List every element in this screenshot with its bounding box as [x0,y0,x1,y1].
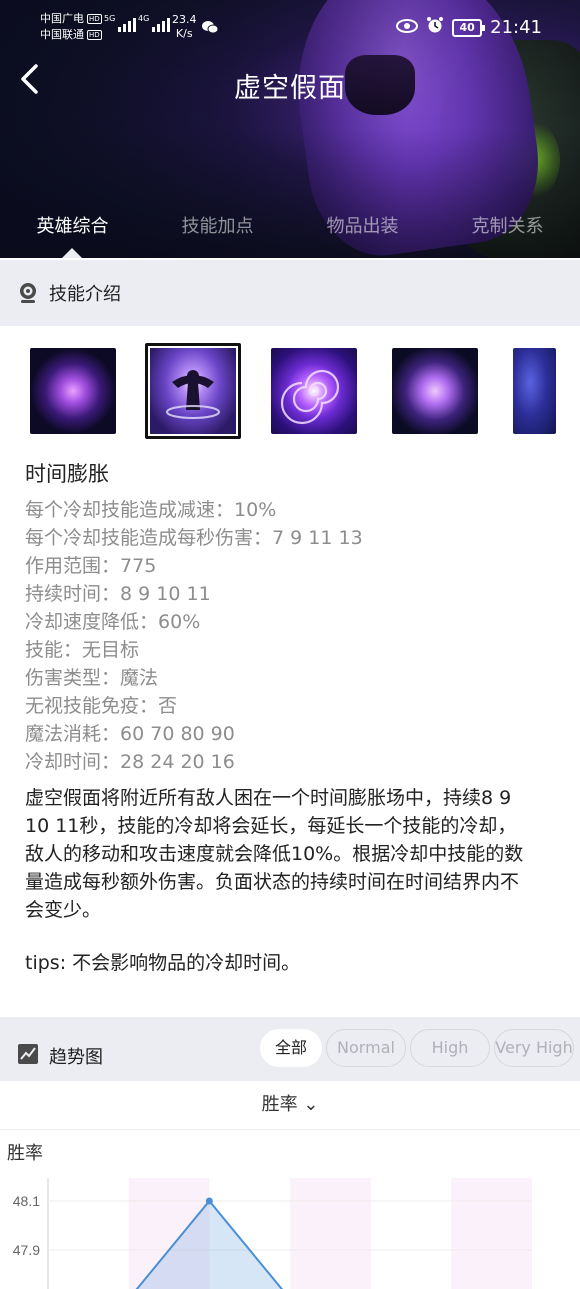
metric-label: 胜率 [261,1094,298,1115]
stat-row: 作用范围：775 [25,555,157,577]
trend-section-header: 趋势图 全部 Normal High Very High [0,1017,580,1081]
tab-skill-build[interactable]: 技能加点 [145,210,290,258]
skill-level-filters: 全部 Normal High Very High [260,1029,574,1067]
carrier-1-name: 中国广电 [40,12,84,25]
tab-counters[interactable]: 克制关系 [435,210,580,258]
filter-high[interactable]: High [410,1029,490,1067]
eye-icon [396,17,419,38]
description-line: 10 11秒，技能的冷却将会延长，每延长一个技能的冷却， [25,815,517,837]
active-tab-indicator [62,248,82,258]
chronosphere-icon [392,348,478,434]
network-speed-unit: K/s [175,27,193,40]
battery-indicator: 40 [452,18,486,37]
skill-icon-more[interactable] [513,348,556,434]
stat-row: 技能：无目标 [25,639,140,661]
hero-banner: 中国广电 HD 中国联通 HD 5G 4G 23.4 K/s 40 21:41 … [0,0,580,258]
section-title: 趋势图 [49,1047,103,1068]
stat-row: 伤害类型：魔法 [25,667,159,689]
skill-icon-time-lock[interactable] [271,348,357,434]
stat-row: 每个冷却技能造成每秒伤害：7 9 11 13 [25,527,363,549]
filter-very-high[interactable]: Very High [494,1029,574,1067]
stat-row: 冷却速度降低：60% [25,611,201,633]
description-line: 量造成每秒额外伤害。负面状态的持续时间在时间结界内不 [25,871,520,893]
section-title: 技能介绍 [49,284,121,305]
hd-badge: HD [87,14,102,24]
time-walk-icon [30,348,116,434]
page-title: 虚空假面 [234,73,346,104]
stat-row: 魔法消耗：60 70 80 90 [25,723,235,745]
stat-row: 冷却时间：28 24 20 16 [25,751,235,773]
description-line: 会变少。 [25,899,102,921]
description-line: 虚空假面将附近所有敌人困在一个时间膨胀场中，持续8 9 [25,787,512,809]
tab-item-build[interactable]: 物品出装 [290,210,435,258]
stat-row: 无视技能免疫：否 [25,695,178,717]
skill-icon-time-dilation[interactable] [145,343,241,439]
data-point [205,1197,213,1205]
carrier-info: 中国广电 HD 中国联通 HD [40,11,102,43]
skill-name: 时间膨胀 [25,462,109,486]
skill-icon-chronosphere[interactable] [392,348,478,434]
filter-all[interactable]: 全部 [260,1029,322,1067]
chevron-down-icon: ⌄ [303,1094,319,1115]
trend-chart-icon [17,1043,39,1065]
filter-normal[interactable]: Normal [326,1029,406,1067]
signal-4g-icon: 4G [138,14,171,32]
tab-bar: 英雄综合 技能加点 物品出装 克制关系 [0,210,580,258]
y-tick-label: 48.1 [13,1193,40,1209]
stat-row: 持续时间：8 9 10 11 [25,583,211,605]
chart-band [451,1178,532,1289]
hd-badge: HD [87,30,102,40]
network-speed: 23.4 K/s [172,13,197,41]
signal-5g-icon: 5G [104,14,137,32]
status-time: 21:41 [490,17,542,38]
skill-tips: tips: 不会影响物品的冷却时间。 [25,952,301,974]
alarm-icon [426,16,444,39]
skill-icon-time-walk[interactable] [30,348,116,434]
status-bar: 中国广电 HD 中国联通 HD 5G 4G 23.4 K/s 40 21:41 [0,0,580,50]
skill-more-icon [513,348,556,434]
wechat-icon [202,20,219,38]
chart-band [290,1178,371,1289]
description-line: 敌人的移动和攻击速度就会降低10%。根据冷却中技能的数 [25,843,524,865]
status-right: 40 21:41 [396,16,542,39]
metric-dropdown[interactable]: 胜率 ⌄ [0,1080,580,1130]
trend-chart: 48.1 47.9 [13,1178,532,1289]
network-speed-value: 23.4 [172,13,197,26]
skill-description: 虚空假面将附近所有敌人困在一个时间膨胀场中，持续8 9 10 11秒，技能的冷却… [25,784,580,924]
stat-row: 每个冷却技能造成减速：10% [25,499,277,521]
skill-stats: 每个冷却技能造成减速：10% 每个冷却技能造成每秒伤害：7 9 11 13 作用… [25,496,363,776]
time-lock-icon [271,348,357,434]
time-dilation-icon [150,348,236,434]
y-tick-label: 47.9 [13,1242,40,1258]
skill-icon-list [0,326,580,448]
skills-section-header: 技能介绍 [0,260,580,326]
skill-intro-icon [17,282,39,304]
carrier-2-name: 中国联通 [40,28,84,41]
